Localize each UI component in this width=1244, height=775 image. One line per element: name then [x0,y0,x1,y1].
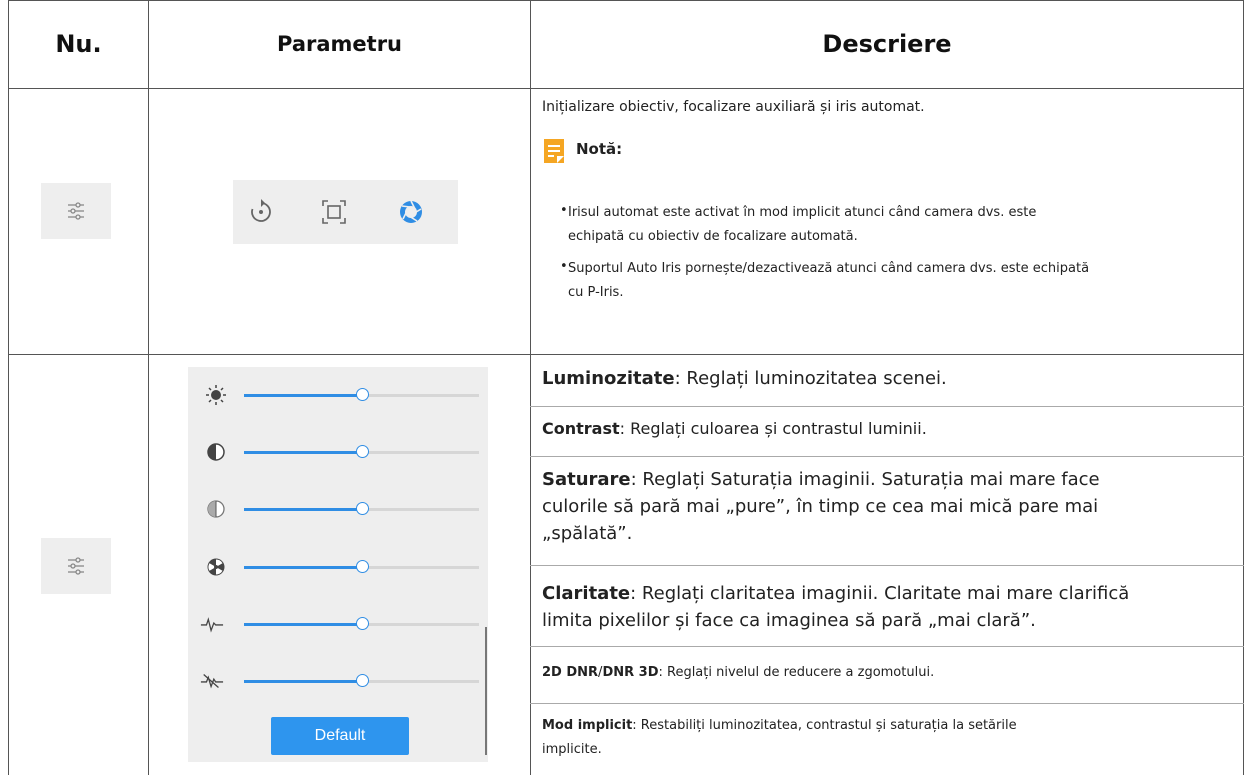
slider-fill [244,508,360,511]
slider-knob[interactable] [356,617,369,630]
row1-intro: Inițializare obiectiv, focalizare auxili… [542,99,925,115]
desc-contrast: Contrast: Reglați culoarea și contrastul… [542,419,927,438]
header-divider [8,88,1244,89]
bullet-dot: • [560,259,568,274]
bullet-text: cu P-Iris. [568,285,624,300]
slider-fill [244,623,360,626]
desc-brightness: Luminozitate: Reglați luminozitatea scen… [542,368,947,389]
desc-dnr: 2D DNR/DNR 3D: Reglați nivelul de reduce… [542,665,935,680]
focus-frame-icon[interactable] [320,198,348,226]
slider-fill [244,566,360,569]
parameter-table: Nu. Parametru Descriere Inițializare obi… [0,0,1244,775]
subrow-divider [530,565,1244,566]
sharpness-icon [204,555,228,579]
slider-knob[interactable] [356,445,369,458]
row-divider [8,354,1244,355]
note-icon [543,138,565,164]
slider-fill [244,394,360,397]
saturation-icon [204,497,228,521]
brightness-icon [204,383,228,407]
slider-fill [244,680,360,683]
subrow-divider [530,703,1244,704]
settings-sliders-icon [41,183,111,239]
noise-icon [200,669,224,693]
scrollbar[interactable] [485,627,487,755]
bullet-text: Suportul Auto Iris pornește/dezactivează… [568,261,1090,276]
image-adjust-panel: Default [188,367,488,762]
subrow-divider [530,456,1244,457]
desc-sharpness: Claritate: Reglați claritatea imaginii. … [542,583,1130,631]
contrast-icon [204,440,228,464]
slider-knob[interactable] [356,560,369,573]
header-description: Descriere [822,30,952,58]
desc-default-mode: Mod implicit: Restabiliți luminozitatea,… [542,718,1017,757]
note-title: Notă: [576,140,623,158]
slider-knob[interactable] [356,388,369,401]
slider-knob[interactable] [356,674,369,687]
iris-icon[interactable] [396,197,426,227]
lens-toolbar [233,180,458,244]
subrow-divider [530,406,1244,407]
bullet-dot: • [560,203,568,218]
bullet-text: echipată cu obiectiv de focalizare autom… [568,229,858,244]
header-parameter: Parametru [277,32,402,56]
slider-knob[interactable] [356,502,369,515]
column-divider [148,0,149,775]
header-number: Nu. [55,30,102,58]
refresh-icon[interactable] [247,198,275,226]
subrow-divider [530,646,1244,647]
column-divider [530,0,531,775]
slider-fill [244,451,360,454]
pulse-icon [200,612,224,636]
default-button[interactable]: Default [271,717,409,755]
bullet-text: Irisul automat este activat în mod impli… [568,205,1037,220]
settings-sliders-icon [41,538,111,594]
desc-saturation: Saturare: Reglați Saturația imaginii. Sa… [542,469,1100,544]
table-border-left [8,0,9,775]
